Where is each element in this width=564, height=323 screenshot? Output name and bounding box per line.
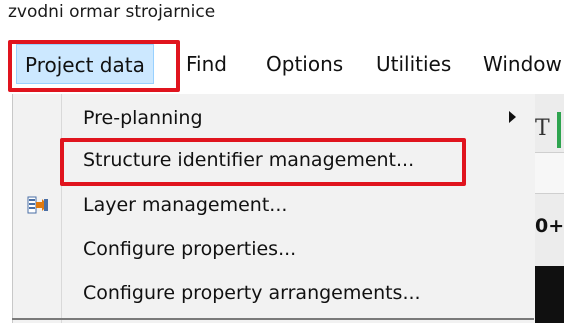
toolbar-indicator: [557, 112, 561, 148]
menu-utilities[interactable]: Utilities: [376, 44, 451, 84]
dropdown-item-label: Configure properties...: [83, 238, 297, 260]
background-toolbar: [535, 152, 564, 194]
layer-icon: [27, 196, 49, 214]
window-title: zvodni ormar strojarnice: [8, 2, 216, 22]
background-left-strip: [0, 94, 12, 323]
dropdown-item-configure-properties[interactable]: Configure properties...: [13, 228, 535, 270]
dropdown-bottom-edge: [12, 318, 534, 320]
dropdown-item-layer-management[interactable]: Layer management...: [13, 184, 535, 226]
dropdown-item-label: Configure property arrangements...: [83, 282, 421, 304]
highlight-structure-identifier-management: [60, 138, 466, 186]
background-app-area: T 0+: [535, 94, 564, 323]
dropdown-item-label: Pre-planning: [83, 107, 203, 129]
background-value-fragment: 0+: [535, 215, 564, 237]
dropdown-item-pre-planning[interactable]: Pre-planning: [13, 97, 535, 139]
menu-find[interactable]: Find: [186, 44, 227, 84]
dropdown-item-label: Layer management...: [83, 194, 288, 216]
window-title-bar: zvodni ormar strojarnice: [0, 0, 564, 34]
project-data-dropdown: Pre-planning Structure identifier manage…: [12, 94, 536, 323]
background-canvas: [535, 266, 564, 323]
toolbar-text-icon: T: [535, 116, 550, 141]
submenu-arrow-icon: [509, 111, 516, 123]
dropdown-item-configure-property-arrangements[interactable]: Configure property arrangements...: [13, 272, 535, 314]
highlight-project-data: [8, 40, 180, 92]
menu-window[interactable]: Window: [483, 44, 562, 84]
menu-options[interactable]: Options: [266, 44, 343, 84]
